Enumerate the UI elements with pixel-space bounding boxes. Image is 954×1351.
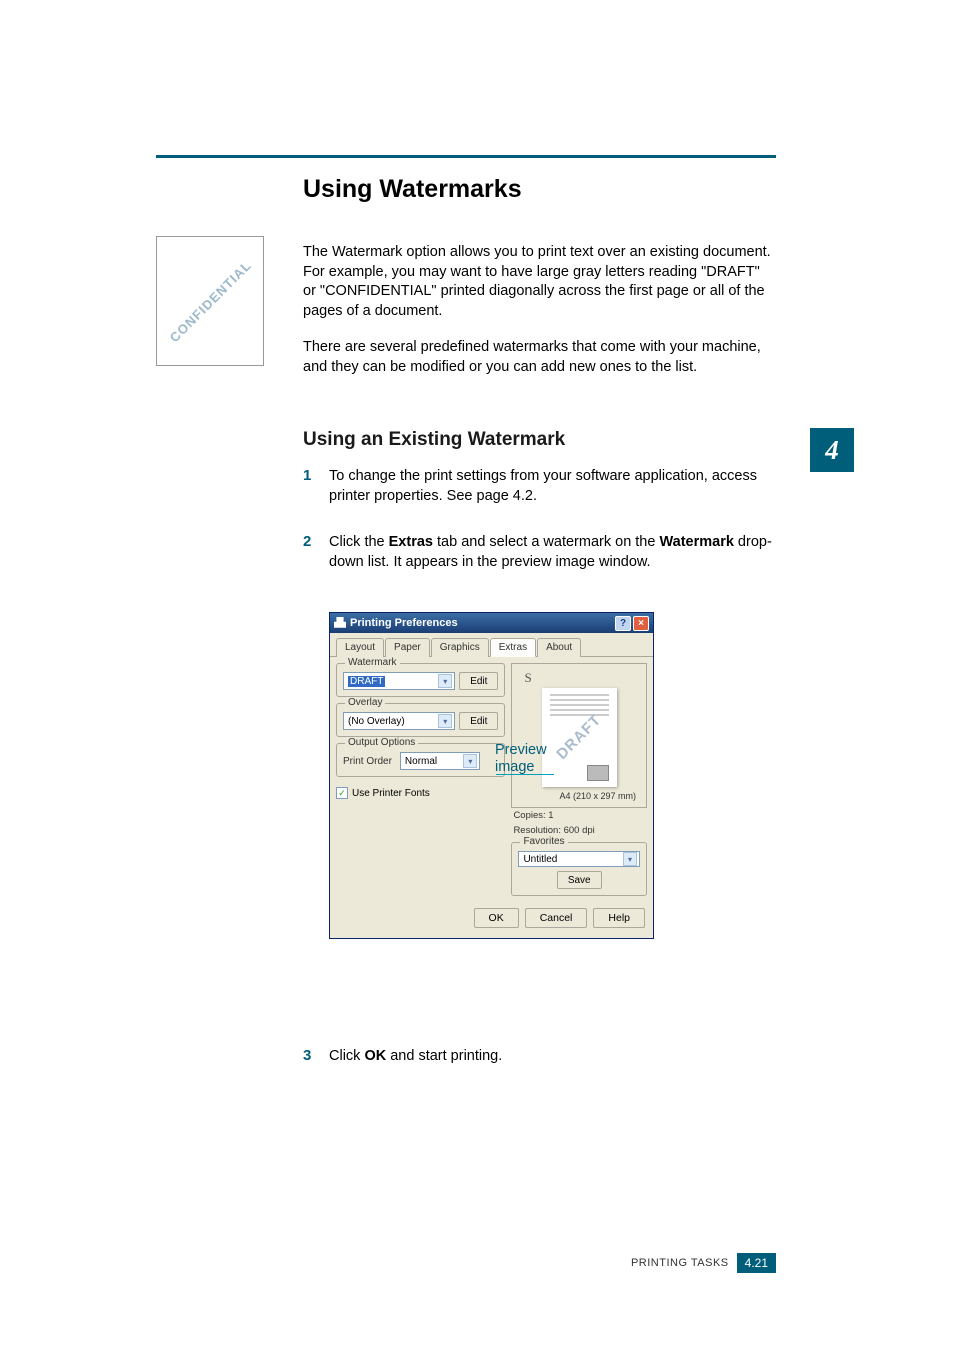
step-2-text: Click the Extras tab and select a waterm…	[329, 533, 774, 572]
use-printer-fonts-label: Use Printer Fonts	[352, 788, 430, 799]
use-printer-fonts-row[interactable]: ✓ Use Printer Fonts	[336, 787, 505, 799]
watermark-combo-value: DRAFT	[348, 676, 385, 687]
subsection-title: Using an Existing Watermark	[303, 429, 565, 451]
intro-paragraph-2: There are several predefined watermarks …	[303, 338, 773, 377]
s3-bold-ok: OK	[364, 1048, 386, 1064]
s-letter-icon: S	[524, 670, 531, 686]
anno-line1: Preview	[495, 742, 547, 758]
tab-about[interactable]: About	[537, 638, 581, 657]
dialog-tabs: Layout Paper Graphics Extras About	[330, 633, 653, 657]
watermark-group-title: Watermark	[345, 657, 400, 668]
close-titlebar-button[interactable]: ×	[633, 616, 649, 631]
print-order-value: Normal	[405, 756, 437, 767]
step-1-text: To change the print settings from your s…	[329, 467, 774, 506]
printing-preferences-dialog: Printing Preferences ? × Layout Paper Gr…	[329, 612, 654, 939]
preview-annotation: Preview image	[495, 742, 547, 777]
chevron-down-icon: ▾	[438, 674, 452, 688]
dialog-titlebar[interactable]: Printing Preferences ? ×	[330, 613, 653, 633]
step-1-text-before: To change the print settings from your s…	[329, 468, 757, 504]
cancel-button[interactable]: Cancel	[525, 908, 588, 928]
favorites-title: Favorites	[520, 836, 567, 847]
s3b: and start printing.	[386, 1048, 502, 1064]
annotation-leader-line	[496, 774, 554, 775]
print-order-combo[interactable]: Normal ▾	[400, 752, 480, 770]
printer-icon	[334, 617, 346, 629]
overlay-group: Overlay (No Overlay) ▾ Edit	[336, 703, 505, 737]
s2a: Click the	[329, 534, 389, 550]
chevron-down-icon: ▾	[438, 714, 452, 728]
step-3-number: 3	[303, 1047, 311, 1064]
ok-button[interactable]: OK	[474, 908, 519, 928]
intro-paragraph-1: The Watermark option allows you to print…	[303, 243, 773, 321]
use-printer-fonts-checkbox[interactable]: ✓	[336, 787, 348, 799]
tab-paper[interactable]: Paper	[385, 638, 430, 657]
step-3-text: Click OK and start printing.	[329, 1047, 774, 1067]
confidential-watermark-text: CONFIDENTIAL	[166, 257, 254, 345]
anno-line2: image	[495, 759, 535, 775]
print-order-label: Print Order	[343, 756, 392, 767]
favorites-value: Untitled	[523, 854, 557, 865]
favorites-group: Favorites Untitled ▾ Save	[511, 842, 647, 896]
dialog-title: Printing Preferences	[350, 617, 458, 629]
preview-watermark-text: DRAFT	[553, 711, 604, 762]
favorites-save-button[interactable]: Save	[557, 871, 602, 889]
footer-page-number: 4.21	[737, 1253, 776, 1273]
thumbnail-image-icon	[587, 765, 609, 781]
page-footer: PRINTING TASKS 4.21	[156, 1253, 776, 1273]
output-options-group: Output Options Print Order Normal ▾	[336, 743, 505, 777]
overlay-group-title: Overlay	[345, 697, 385, 708]
chevron-down-icon: ▾	[463, 754, 477, 768]
tab-graphics[interactable]: Graphics	[431, 638, 489, 657]
tab-extras[interactable]: Extras	[490, 638, 536, 657]
watermark-edit-button[interactable]: Edit	[459, 672, 498, 690]
preview-pane: S DRAFT A4 (210 x 297 mm)	[511, 663, 647, 808]
s2-bold-extras: Extras	[389, 534, 433, 550]
chapter-number-tab: 4	[810, 428, 854, 472]
tab-layout[interactable]: Layout	[336, 638, 384, 657]
step-1-number: 1	[303, 467, 311, 484]
paper-size-label: A4 (210 x 297 mm)	[559, 791, 640, 801]
confidential-thumbnail: CONFIDENTIAL	[156, 236, 264, 366]
step-2-number: 2	[303, 533, 311, 550]
copies-info: Copies: 1	[511, 808, 647, 823]
footer-section-label: PRINTING TASKS	[631, 1257, 729, 1269]
output-group-title: Output Options	[345, 737, 418, 748]
help-titlebar-button[interactable]: ?	[615, 616, 631, 631]
step-1-text-after: .	[533, 488, 537, 504]
top-horizontal-rule	[156, 155, 776, 158]
chevron-down-icon: ▾	[623, 852, 637, 866]
step-1-link[interactable]: page 4.2	[477, 488, 533, 504]
help-button[interactable]: Help	[593, 908, 645, 928]
s3a: Click	[329, 1048, 364, 1064]
overlay-combo[interactable]: (No Overlay) ▾	[343, 712, 455, 730]
page-thumbnail: DRAFT	[542, 688, 617, 787]
favorites-combo[interactable]: Untitled ▾	[518, 851, 640, 867]
s2b: tab and select a watermark on the	[433, 534, 660, 550]
section-title: Using Watermarks	[303, 175, 522, 204]
watermark-combo[interactable]: DRAFT ▾	[343, 672, 455, 690]
overlay-combo-value: (No Overlay)	[348, 716, 405, 727]
overlay-edit-button[interactable]: Edit	[459, 712, 498, 730]
watermark-group: Watermark DRAFT ▾ Edit	[336, 663, 505, 697]
s2-bold-watermark: Watermark	[659, 534, 733, 550]
